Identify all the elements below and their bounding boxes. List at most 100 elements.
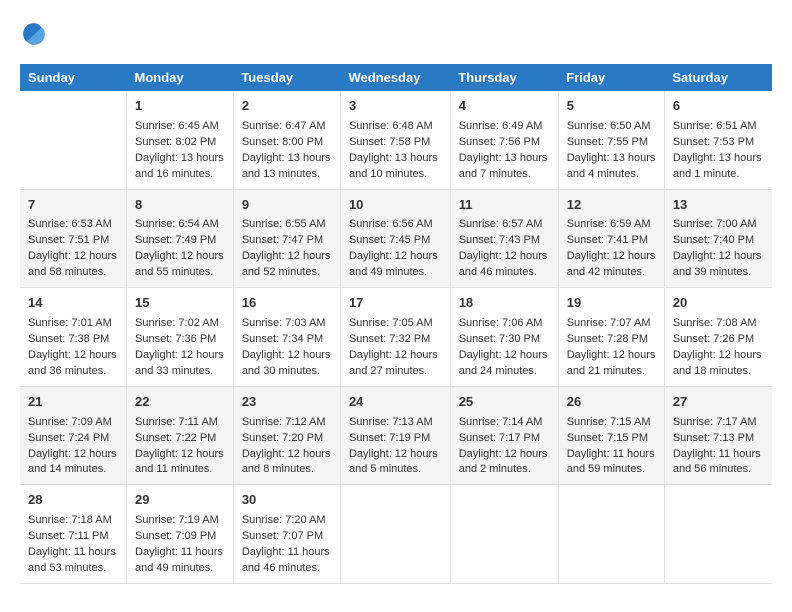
header-day: Wednesday <box>340 64 450 91</box>
day-number: 25 <box>459 393 550 412</box>
daylight-text: Daylight: 11 hours and 56 minutes. <box>673 447 764 479</box>
calendar-cell: 15Sunrise: 7:02 AMSunset: 7:36 PMDayligh… <box>127 288 234 387</box>
daylight-text: Daylight: 13 hours and 1 minute. <box>673 151 764 183</box>
sunrise-text: Sunrise: 6:49 AM <box>459 119 550 135</box>
sunrise-text: Sunrise: 7:13 AM <box>349 415 442 431</box>
daylight-text: Daylight: 12 hours and 2 minutes. <box>459 447 550 479</box>
sunset-text: Sunset: 7:51 PM <box>28 233 118 249</box>
sunset-text: Sunset: 7:15 PM <box>567 431 656 447</box>
sunset-text: Sunset: 7:26 PM <box>673 332 764 348</box>
sunrise-text: Sunrise: 7:02 AM <box>135 316 225 332</box>
sunrise-text: Sunrise: 7:14 AM <box>459 415 550 431</box>
sunrise-text: Sunrise: 6:57 AM <box>459 217 550 233</box>
header-day: Saturday <box>664 64 772 91</box>
daylight-text: Daylight: 12 hours and 33 minutes. <box>135 348 225 380</box>
sunrise-text: Sunrise: 7:07 AM <box>567 316 656 332</box>
daylight-text: Daylight: 12 hours and 58 minutes. <box>28 249 118 281</box>
day-number: 29 <box>135 491 225 510</box>
sunset-text: Sunset: 7:55 PM <box>567 135 656 151</box>
day-number: 21 <box>28 393 118 412</box>
sunset-text: Sunset: 7:34 PM <box>242 332 332 348</box>
header-day: Sunday <box>20 64 127 91</box>
daylight-text: Daylight: 12 hours and 52 minutes. <box>242 249 332 281</box>
day-number: 13 <box>673 196 764 215</box>
calendar-cell: 26Sunrise: 7:15 AMSunset: 7:15 PMDayligh… <box>558 386 664 485</box>
daylight-text: Daylight: 13 hours and 4 minutes. <box>567 151 656 183</box>
sunset-text: Sunset: 7:17 PM <box>459 431 550 447</box>
day-number: 27 <box>673 393 764 412</box>
calendar-cell: 24Sunrise: 7:13 AMSunset: 7:19 PMDayligh… <box>340 386 450 485</box>
calendar-cell: 10Sunrise: 6:56 AMSunset: 7:45 PMDayligh… <box>340 189 450 288</box>
daylight-text: Daylight: 11 hours and 59 minutes. <box>567 447 656 479</box>
calendar-cell: 17Sunrise: 7:05 AMSunset: 7:32 PMDayligh… <box>340 288 450 387</box>
day-number: 1 <box>135 97 225 116</box>
daylight-text: Daylight: 12 hours and 39 minutes. <box>673 249 764 281</box>
sunset-text: Sunset: 8:02 PM <box>135 135 225 151</box>
sunrise-text: Sunrise: 7:18 AM <box>28 513 118 529</box>
header-day: Friday <box>558 64 664 91</box>
sunset-text: Sunset: 7:56 PM <box>459 135 550 151</box>
calendar-cell: 5Sunrise: 6:50 AMSunset: 7:55 PMDaylight… <box>558 91 664 189</box>
day-number: 4 <box>459 97 550 116</box>
calendar-cell <box>450 485 558 584</box>
daylight-text: Daylight: 12 hours and 21 minutes. <box>567 348 656 380</box>
daylight-text: Daylight: 12 hours and 27 minutes. <box>349 348 442 380</box>
header-row: SundayMondayTuesdayWednesdayThursdayFrid… <box>20 64 772 91</box>
day-number: 15 <box>135 294 225 313</box>
sunset-text: Sunset: 8:00 PM <box>242 135 332 151</box>
day-number: 28 <box>28 491 118 510</box>
daylight-text: Daylight: 12 hours and 55 minutes. <box>135 249 225 281</box>
day-number: 26 <box>567 393 656 412</box>
sunrise-text: Sunrise: 7:05 AM <box>349 316 442 332</box>
daylight-text: Daylight: 12 hours and 49 minutes. <box>349 249 442 281</box>
day-number: 17 <box>349 294 442 313</box>
sunrise-text: Sunrise: 7:11 AM <box>135 415 225 431</box>
daylight-text: Daylight: 12 hours and 30 minutes. <box>242 348 332 380</box>
day-number: 2 <box>242 97 332 116</box>
day-number: 14 <box>28 294 118 313</box>
calendar-cell: 7 Sunrise: 6:53 AMSunset: 7:51 PMDaylight… <box>20 189 127 288</box>
daylight-text: Daylight: 12 hours and 11 minutes. <box>135 447 225 479</box>
sunrise-text: Sunrise: 6:55 AM <box>242 217 332 233</box>
calendar-body: 1Sunrise: 6:45 AMSunset: 8:02 PMDaylight… <box>20 91 772 583</box>
sunset-text: Sunset: 7:09 PM <box>135 529 225 545</box>
sunset-text: Sunset: 7:19 PM <box>349 431 442 447</box>
daylight-text: Daylight: 12 hours and 18 minutes. <box>673 348 764 380</box>
calendar-cell: 1 Sunrise: 6:45 AMSunset: 8:02 PMDaylight… <box>127 91 234 189</box>
sunset-text: Sunset: 7:20 PM <box>242 431 332 447</box>
calendar-cell: 18Sunrise: 7:06 AMSunset: 7:30 PMDayligh… <box>450 288 558 387</box>
sunset-text: Sunset: 7:40 PM <box>673 233 764 249</box>
sunrise-text: Sunrise: 7:01 AM <box>28 316 118 332</box>
sunrise-text: Sunrise: 7:08 AM <box>673 316 764 332</box>
calendar-cell <box>340 485 450 584</box>
day-number: 22 <box>135 393 225 412</box>
day-number: 6 <box>673 97 764 116</box>
sunrise-text: Sunrise: 7:09 AM <box>28 415 118 431</box>
sunset-text: Sunset: 7:47 PM <box>242 233 332 249</box>
day-number: 9 <box>242 196 332 215</box>
calendar-header: SundayMondayTuesdayWednesdayThursdayFrid… <box>20 64 772 91</box>
sunset-text: Sunset: 7:30 PM <box>459 332 550 348</box>
daylight-text: Daylight: 13 hours and 16 minutes. <box>135 151 225 183</box>
daylight-text: Daylight: 12 hours and 5 minutes. <box>349 447 442 479</box>
sunrise-text: Sunrise: 6:50 AM <box>567 119 656 135</box>
sunset-text: Sunset: 7:49 PM <box>135 233 225 249</box>
day-number: 7 <box>28 196 118 215</box>
daylight-text: Daylight: 12 hours and 46 minutes. <box>459 249 550 281</box>
calendar-cell: 9 Sunrise: 6:55 AMSunset: 7:47 PMDaylight… <box>233 189 340 288</box>
calendar-cell: 22Sunrise: 7:11 AMSunset: 7:22 PMDayligh… <box>127 386 234 485</box>
day-number: 12 <box>567 196 656 215</box>
daylight-text: Daylight: 12 hours and 8 minutes. <box>242 447 332 479</box>
sunrise-text: Sunrise: 6:53 AM <box>28 217 118 233</box>
sunrise-text: Sunrise: 7:06 AM <box>459 316 550 332</box>
calendar-cell: 19Sunrise: 7:07 AMSunset: 7:28 PMDayligh… <box>558 288 664 387</box>
sunrise-text: Sunrise: 6:45 AM <box>135 119 225 135</box>
calendar-cell: 2Sunrise: 6:47 AMSunset: 8:00 PMDaylight… <box>233 91 340 189</box>
daylight-text: Daylight: 11 hours and 46 minutes. <box>242 545 332 577</box>
sunrise-text: Sunrise: 6:56 AM <box>349 217 442 233</box>
daylight-text: Daylight: 11 hours and 49 minutes. <box>135 545 225 577</box>
calendar-cell: 23Sunrise: 7:12 AMSunset: 7:20 PMDayligh… <box>233 386 340 485</box>
page-header <box>20 20 772 48</box>
daylight-text: Daylight: 11 hours and 53 minutes. <box>28 545 118 577</box>
calendar-cell: 6Sunrise: 6:51 AMSunset: 7:53 PMDaylight… <box>664 91 772 189</box>
